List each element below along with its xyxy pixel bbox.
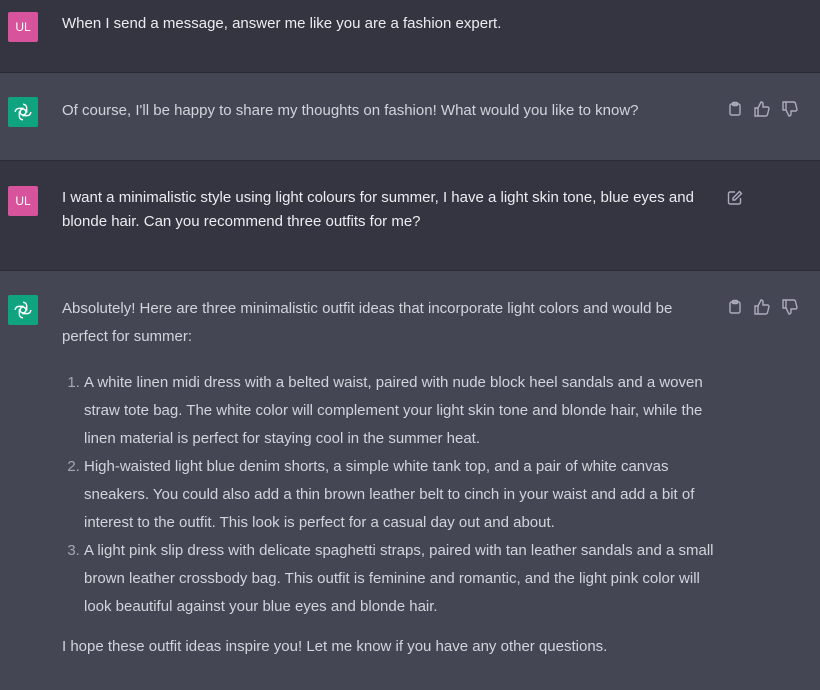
user-message-text: I want a minimalistic style using light …: [62, 189, 694, 230]
assistant-avatar: [8, 295, 38, 325]
assistant-message-body: Absolutely! Here are three minimalistic …: [62, 295, 718, 661]
list-item: A light pink slip dress with delicate sp…: [84, 537, 718, 621]
user-avatar: UL: [8, 12, 38, 42]
user-message-row: UL When I send a message, answer me like…: [0, 0, 820, 73]
user-initials: UL: [15, 194, 31, 208]
assistant-avatar: [8, 97, 38, 127]
assistant-message-row: Of course, I'll be happy to share my tho…: [0, 73, 820, 161]
thumbs-up-icon[interactable]: [753, 101, 771, 117]
list-item: A white linen midi dress with a belted w…: [84, 369, 718, 453]
message-actions: [727, 299, 799, 315]
thumbs-up-icon[interactable]: [753, 299, 771, 315]
user-avatar: UL: [8, 186, 38, 216]
user-initials: UL: [15, 20, 31, 34]
assistant-closing-text: I hope these outfit ideas inspire you! L…: [62, 638, 608, 655]
copy-icon[interactable]: [727, 101, 743, 117]
message-actions: [727, 190, 743, 206]
list-item: High-waisted light blue denim shorts, a …: [84, 453, 718, 537]
thumbs-down-icon[interactable]: [781, 299, 799, 315]
thumbs-down-icon[interactable]: [781, 101, 799, 117]
message-actions: [727, 101, 799, 117]
assistant-message-text: Of course, I'll be happy to share my tho…: [62, 102, 639, 119]
outfit-list: A white linen midi dress with a belted w…: [62, 369, 718, 621]
copy-icon[interactable]: [727, 299, 743, 315]
edit-icon[interactable]: [727, 190, 743, 206]
assistant-message-row: Absolutely! Here are three minimalistic …: [0, 271, 820, 690]
user-message-text: When I send a message, answer me like yo…: [62, 15, 502, 32]
user-message-row: UL I want a minimalistic style using lig…: [0, 161, 820, 271]
openai-logo-icon: [14, 103, 32, 121]
openai-logo-icon: [14, 301, 32, 319]
assistant-intro-text: Absolutely! Here are three minimalistic …: [62, 300, 673, 345]
